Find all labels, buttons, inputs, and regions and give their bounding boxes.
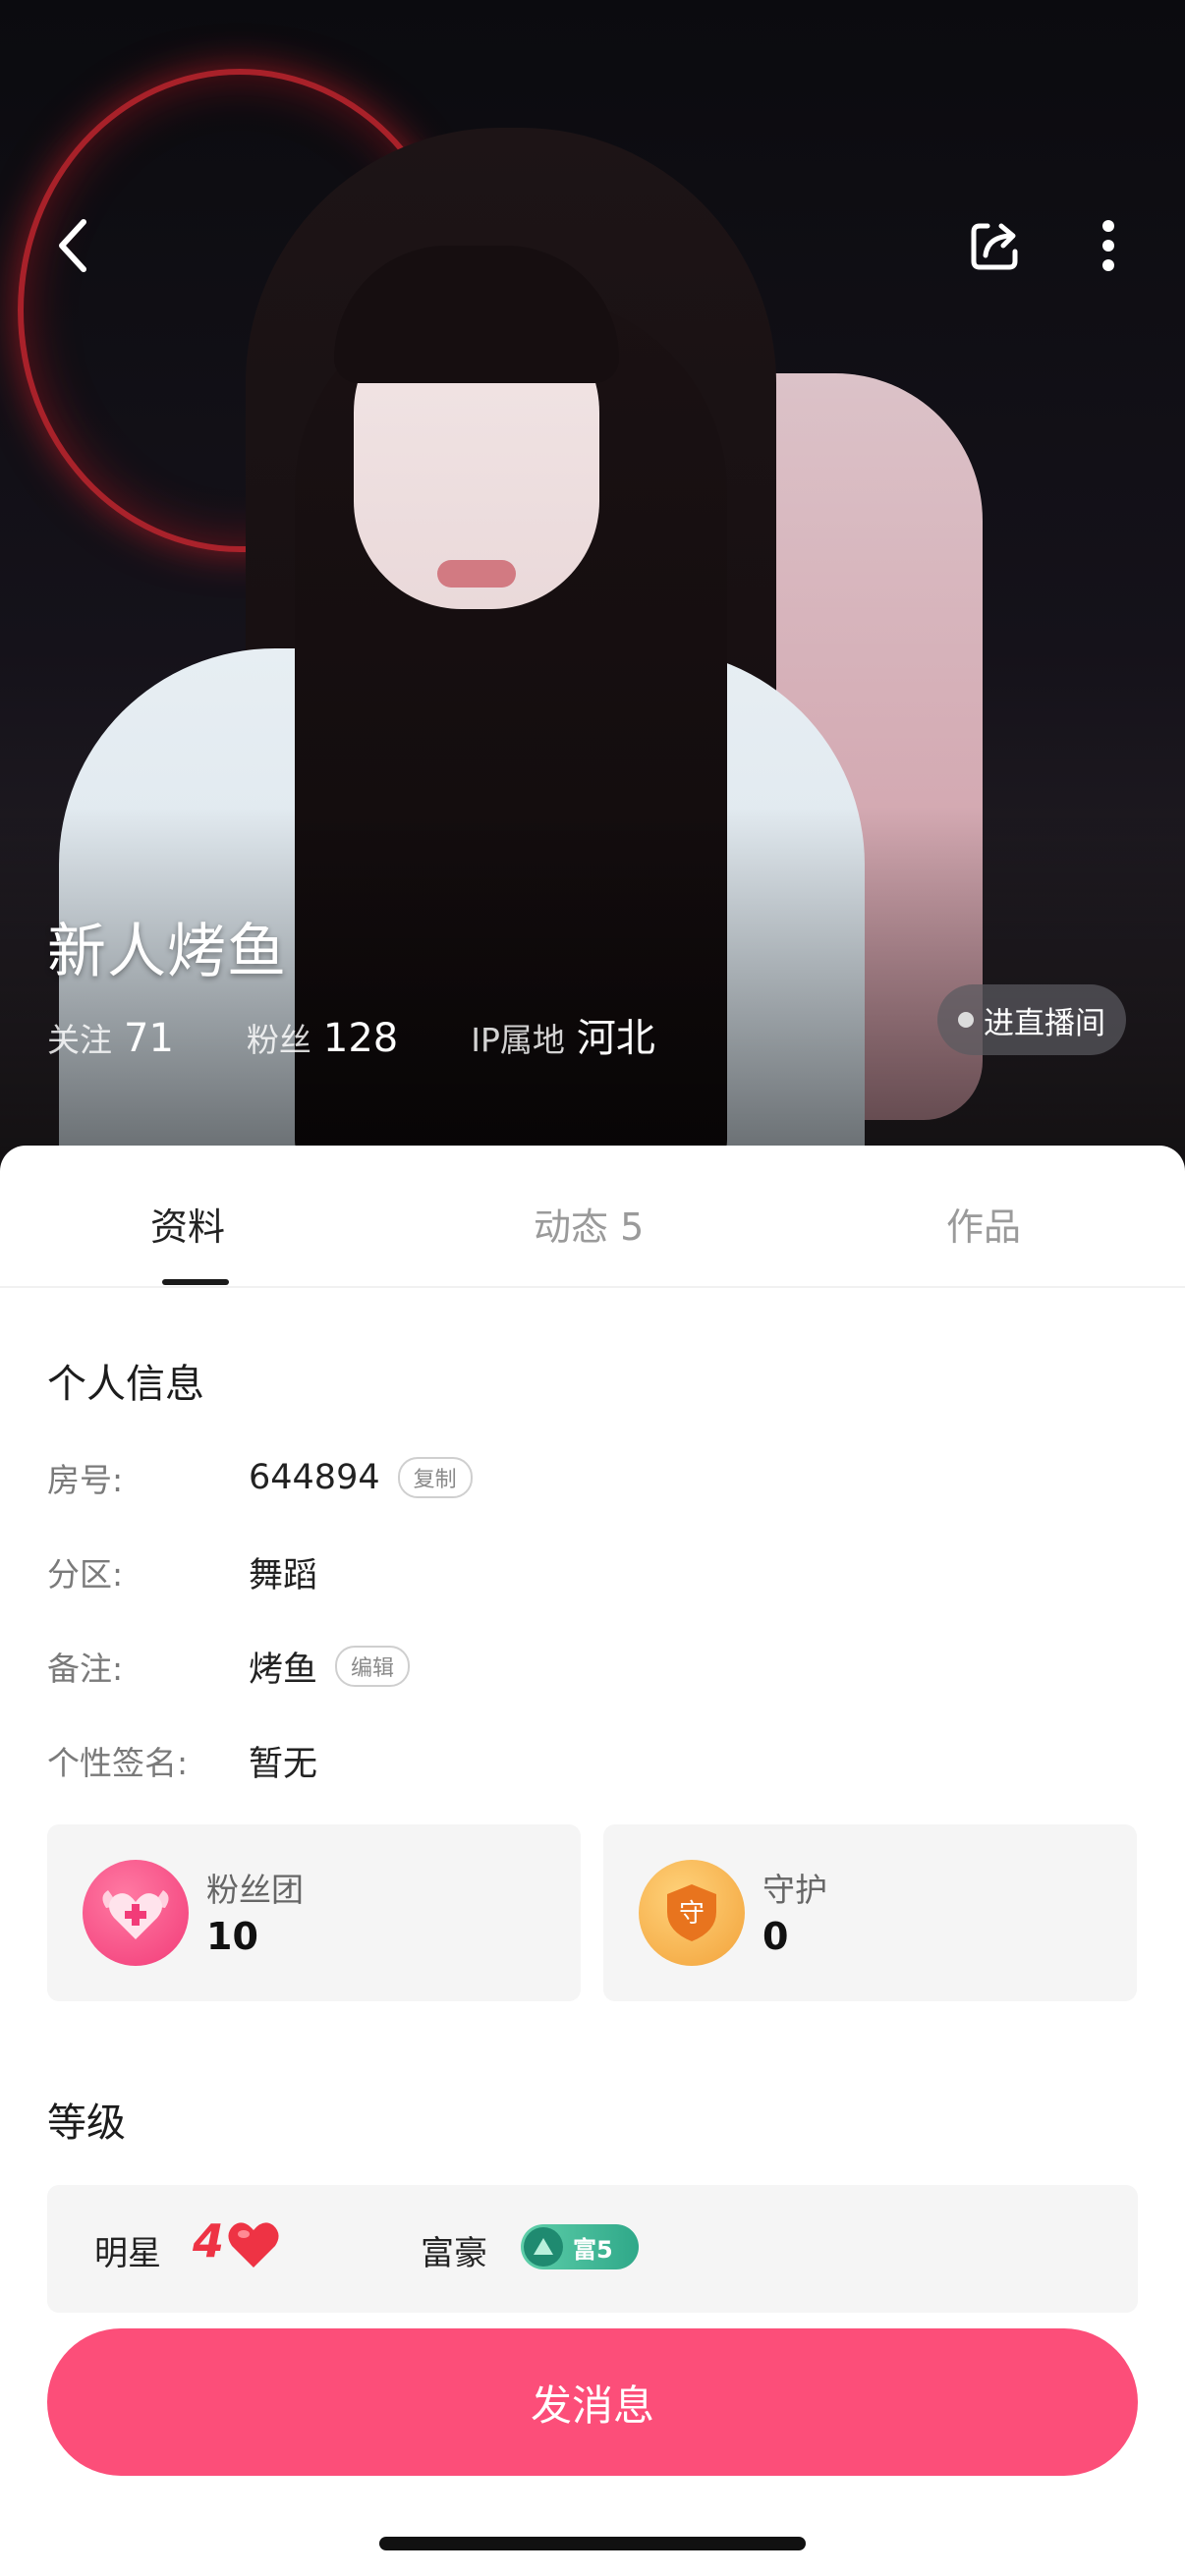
info-label: 个性签名: <box>47 1744 189 1782</box>
stat-value: 128 <box>322 1016 399 1061</box>
stat-fans[interactable]: 粉丝 128 <box>247 1014 398 1061</box>
profile-stats: 关注 71 粉丝 128 IP属地 河北 <box>47 1006 728 1063</box>
info-row-signature: 个性签名: 暂无 <box>47 1731 317 1790</box>
star-level-number: 4 <box>193 2214 225 2268</box>
shield-icon: 守 <box>639 1860 745 1966</box>
share-button[interactable] <box>958 208 1033 283</box>
stat-label: 粉丝 <box>246 1021 311 1059</box>
personal-info-title: 个人信息 <box>47 1362 204 1407</box>
cover-lips <box>437 560 516 588</box>
enter-live-room-label: 进直播间 <box>984 1005 1105 1041</box>
guard-value: 0 <box>762 1915 789 1958</box>
copy-button[interactable]: 复制 <box>397 1457 473 1498</box>
back-button[interactable] <box>39 206 108 285</box>
send-message-button[interactable]: 发消息 <box>47 2328 1138 2476</box>
heart-wings-icon <box>83 1860 189 1966</box>
guard-label: 守护 <box>762 1871 827 1909</box>
enter-live-room-button[interactable]: 进直播间 <box>937 984 1126 1055</box>
tab-bar: 资料 动态 5 作品 <box>0 1146 1185 1288</box>
heart-icon <box>228 2222 279 2268</box>
info-value: 644894 <box>249 1458 380 1497</box>
share-icon <box>971 223 1018 270</box>
tab-moments[interactable]: 动态 5 <box>534 1197 644 1251</box>
star-level-label: 明星 <box>94 2234 161 2273</box>
more-vertical-icon <box>1102 220 1114 271</box>
stat-label: 关注 <box>47 1021 112 1059</box>
info-value: 舞蹈 <box>249 1555 318 1596</box>
info-row-room: 房号: 644894 复制 <box>47 1448 473 1507</box>
rich-level-badge: 富5 <box>521 2224 639 2269</box>
home-indicator <box>379 2537 806 2550</box>
edit-button[interactable]: 编辑 <box>335 1646 411 1687</box>
rich-level-label: 富豪 <box>421 2234 487 2273</box>
gem-icon <box>524 2227 563 2267</box>
guard-card[interactable]: 守 守护 0 <box>603 1824 1137 2001</box>
info-value: 暂无 <box>249 1744 318 1784</box>
level-box: 明星 4 富豪 富5 <box>47 2185 1138 2313</box>
fan-club-value: 10 <box>206 1915 258 1958</box>
guard-icon-text: 守 <box>679 1899 705 1929</box>
fan-club-card[interactable]: 粉丝团 10 <box>47 1824 581 2001</box>
fan-club-label: 粉丝团 <box>206 1871 304 1909</box>
info-label: 房号: <box>47 1461 124 1499</box>
stat-value: 71 <box>124 1016 174 1061</box>
info-row-remark: 备注: 烤鱼 编辑 <box>47 1637 411 1696</box>
info-label: 备注: <box>47 1650 124 1688</box>
stat-label: IP属地 <box>471 1021 565 1059</box>
stat-following[interactable]: 关注 71 <box>47 1014 174 1061</box>
stat-value: 河北 <box>576 1016 655 1061</box>
send-message-label: 发消息 <box>530 2380 654 2430</box>
live-dot-icon <box>958 1012 974 1028</box>
tab-info[interactable]: 资料 <box>150 1197 225 1251</box>
tab-active-indicator <box>162 1279 229 1285</box>
level-title: 等级 <box>47 2100 126 2146</box>
info-value: 烤鱼 <box>249 1650 318 1690</box>
info-label: 分区: <box>47 1555 124 1594</box>
tab-works[interactable]: 作品 <box>946 1197 1021 1251</box>
more-button[interactable] <box>1086 208 1131 283</box>
rich-level-text: 富5 <box>573 2235 613 2264</box>
profile-name: 新人烤鱼 <box>47 918 287 986</box>
stat-ip-location: IP属地 河北 <box>471 1006 655 1063</box>
info-row-category: 分区: 舞蹈 <box>47 1542 317 1601</box>
chevron-left-icon <box>59 219 86 272</box>
